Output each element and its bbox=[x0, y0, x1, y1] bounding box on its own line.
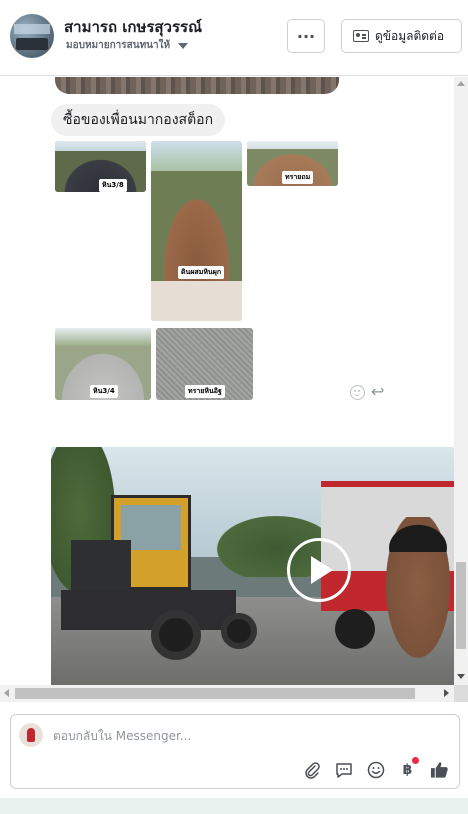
attachment-icon[interactable] bbox=[302, 760, 321, 779]
scroll-down-icon[interactable] bbox=[457, 674, 465, 679]
smile-icon[interactable] bbox=[350, 384, 365, 400]
message-bubble: ซื้อของเพื่อนมากองสต็อก bbox=[51, 104, 226, 136]
previous-photo[interactable] bbox=[55, 77, 339, 94]
saved-reply-icon[interactable] bbox=[334, 760, 353, 779]
caret-down-icon bbox=[178, 42, 189, 49]
like-icon[interactable] bbox=[430, 760, 449, 779]
loader-vehicle bbox=[61, 495, 257, 665]
notification-dot bbox=[412, 757, 419, 764]
scrollbar-corner bbox=[454, 685, 468, 702]
play-icon[interactable] bbox=[287, 538, 351, 602]
emoji-icon[interactable] bbox=[366, 760, 385, 779]
reply-composer[interactable]: ฿ bbox=[10, 714, 460, 789]
payment-icon[interactable]: ฿ bbox=[398, 757, 419, 779]
view-contact-label: ดูข้อมูลติดต่อ bbox=[375, 28, 445, 43]
message-text: ซื้อของเพื่อนมากองสต็อก bbox=[63, 112, 214, 128]
scroll-left-icon[interactable] bbox=[4, 689, 9, 697]
reply-icon[interactable]: ↩ bbox=[371, 384, 384, 400]
assign-label: มอบหมายการสนทนาให้ bbox=[66, 40, 171, 51]
composer-tools: ฿ bbox=[302, 757, 449, 779]
contact-card-icon bbox=[353, 30, 369, 42]
reply-input[interactable] bbox=[53, 727, 443, 745]
contact-name[interactable]: สามารถ เกษรสุวรรณ์ bbox=[64, 15, 202, 39]
more-options-button[interactable]: ··· bbox=[287, 19, 325, 53]
horizontal-scrollbar[interactable] bbox=[0, 685, 454, 702]
photo-gravel-3-8[interactable]: หิน3/8 bbox=[55, 141, 146, 192]
photo-soil-mix[interactable]: ดินผสมหินผุก bbox=[151, 141, 242, 321]
photo-gravel-3-4[interactable]: หิน3/4 bbox=[55, 328, 151, 400]
video-message[interactable] bbox=[51, 447, 454, 685]
message-thread[interactable]: ซื้อของเพื่อนมากองสต็อก หิน3/8 ดินผสมหิน… bbox=[0, 77, 468, 685]
photo-caption: ดินผสมหินผุก bbox=[178, 266, 225, 279]
horizontal-scroll-thumb[interactable] bbox=[15, 688, 415, 699]
my-page-avatar bbox=[19, 723, 43, 747]
view-contact-button[interactable]: ดูข้อมูลติดต่อ bbox=[341, 19, 462, 53]
photo-brick-sand[interactable]: ทรายหินอิฐ bbox=[156, 328, 253, 400]
conversation-header: สามารถ เกษรสุวรรณ์ มอบหมายการสนทนาให้ ··… bbox=[0, 0, 468, 76]
scroll-up-icon[interactable] bbox=[457, 81, 465, 86]
baht-symbol: ฿ bbox=[402, 761, 413, 778]
message-actions: ↩ bbox=[350, 384, 384, 400]
photo-caption: ทรายถม bbox=[282, 171, 314, 184]
photo-caption: หิน3/4 bbox=[90, 385, 118, 398]
vertical-scroll-thumb[interactable] bbox=[456, 562, 466, 649]
contact-avatar[interactable] bbox=[10, 14, 54, 58]
bottom-strip bbox=[0, 798, 468, 814]
photo-caption: ทรายหินอิฐ bbox=[185, 385, 225, 398]
photo-caption: หิน3/8 bbox=[99, 179, 127, 192]
scroll-right-icon[interactable] bbox=[444, 689, 449, 697]
photo-fill-sand[interactable]: ทรายถม bbox=[247, 141, 338, 186]
assign-conversation-dropdown[interactable]: มอบหมายการสนทนาให้ bbox=[66, 38, 189, 53]
vertical-scrollbar[interactable] bbox=[454, 77, 468, 685]
